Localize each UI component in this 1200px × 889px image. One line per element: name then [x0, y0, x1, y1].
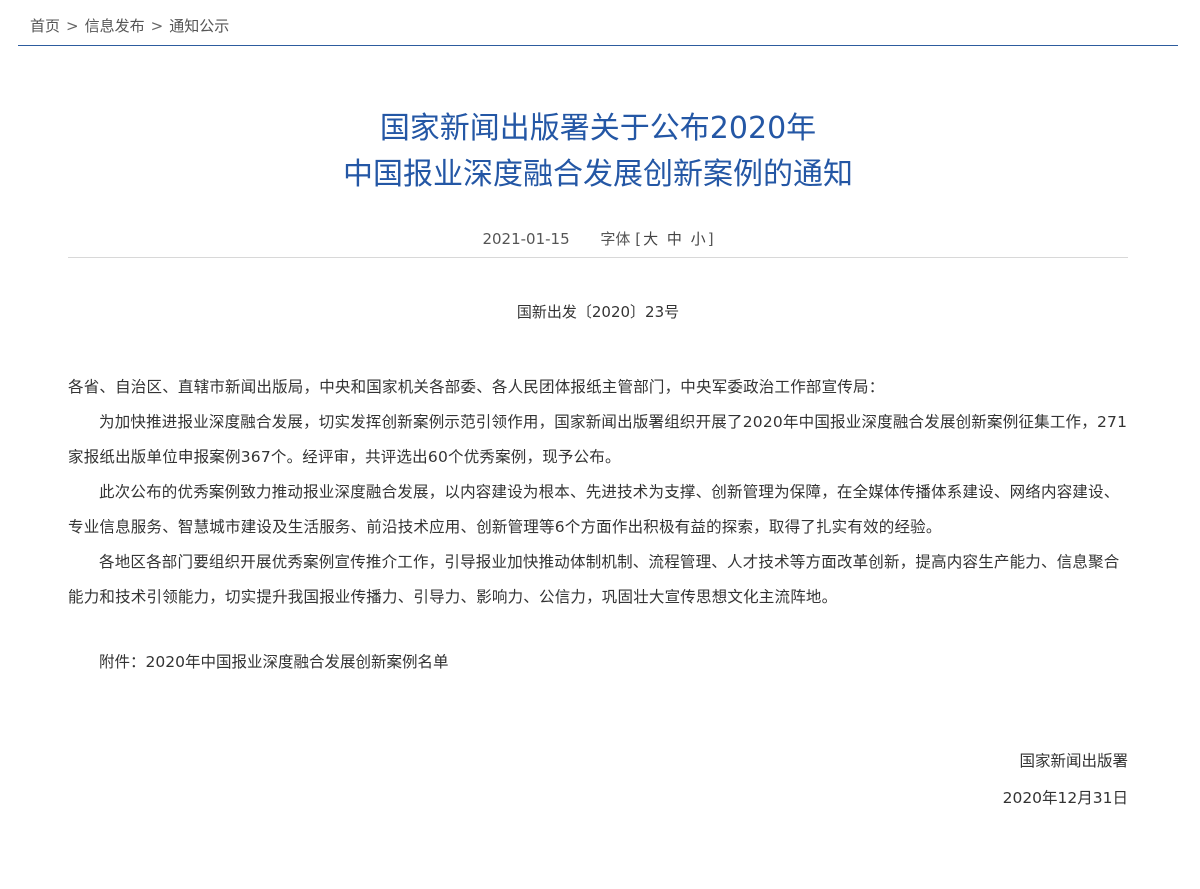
attachment-line: 附件：2020年中国报业深度融合发展创新案例名单	[99, 653, 449, 671]
font-size-label: 字体	[600, 230, 631, 248]
article-body: 各省、自治区、直辖市新闻出版局，中央和国家机关各部委、各人民团体报纸主管部门，中…	[68, 370, 1130, 615]
breadcrumb-separator: >	[150, 17, 164, 35]
publish-date: 2021-01-15	[482, 230, 570, 248]
salutation: 各省、自治区、直辖市新闻出版局，中央和国家机关各部委、各人民团体报纸主管部门，中…	[68, 378, 885, 396]
breadcrumb-home-link[interactable]: 首页	[30, 17, 60, 35]
breadcrumb: 首页 > 信息发布 > 通知公示	[30, 15, 229, 37]
font-size-bracket-close: ]	[707, 230, 714, 248]
breadcrumb-notices-link[interactable]: 通知公示	[169, 17, 229, 35]
article-meta: 2021-01-15 字体 [大 中 小]	[68, 228, 1128, 250]
body-paragraph: 各地区各部门要组织开展优秀案例宣传推介工作，引导报业加快推动体制机制、流程管理、…	[68, 553, 1120, 606]
header-divider	[18, 45, 1178, 46]
font-size-bracket-open: [	[635, 230, 642, 248]
font-size-medium-button[interactable]: 中	[667, 230, 682, 248]
meta-divider	[68, 257, 1128, 258]
body-paragraph: 为加快推进报业深度融合发展，切实发挥创新案例示范引领作用，国家新闻出版署组织开展…	[68, 413, 1128, 466]
page-title: 国家新闻出版署关于公布2020年 中国报业深度融合发展创新案例的通知	[68, 106, 1128, 198]
breadcrumb-separator: >	[66, 17, 79, 35]
font-size-large-button[interactable]: 大	[643, 230, 658, 248]
page-title-line-2: 中国报业深度融合发展创新案例的通知	[343, 157, 853, 192]
signature-organization: 国家新闻出版署	[1019, 752, 1128, 770]
body-paragraph: 此次公布的优秀案例致力推动报业深度融合发展，以内容建设为根本、先进技术为支撑、创…	[68, 483, 1120, 536]
document-number: 国新出发〔2020〕23号	[516, 303, 680, 321]
page-title-line-1: 国家新闻出版署关于公布2020年	[379, 111, 817, 146]
breadcrumb-info-release-link[interactable]: 信息发布	[85, 17, 145, 35]
signature-date: 2020年12月31日	[1002, 789, 1128, 807]
signature-block: 国家新闻出版署 2020年12月31日	[1003, 743, 1128, 817]
font-size-small-button[interactable]: 小	[691, 230, 706, 248]
